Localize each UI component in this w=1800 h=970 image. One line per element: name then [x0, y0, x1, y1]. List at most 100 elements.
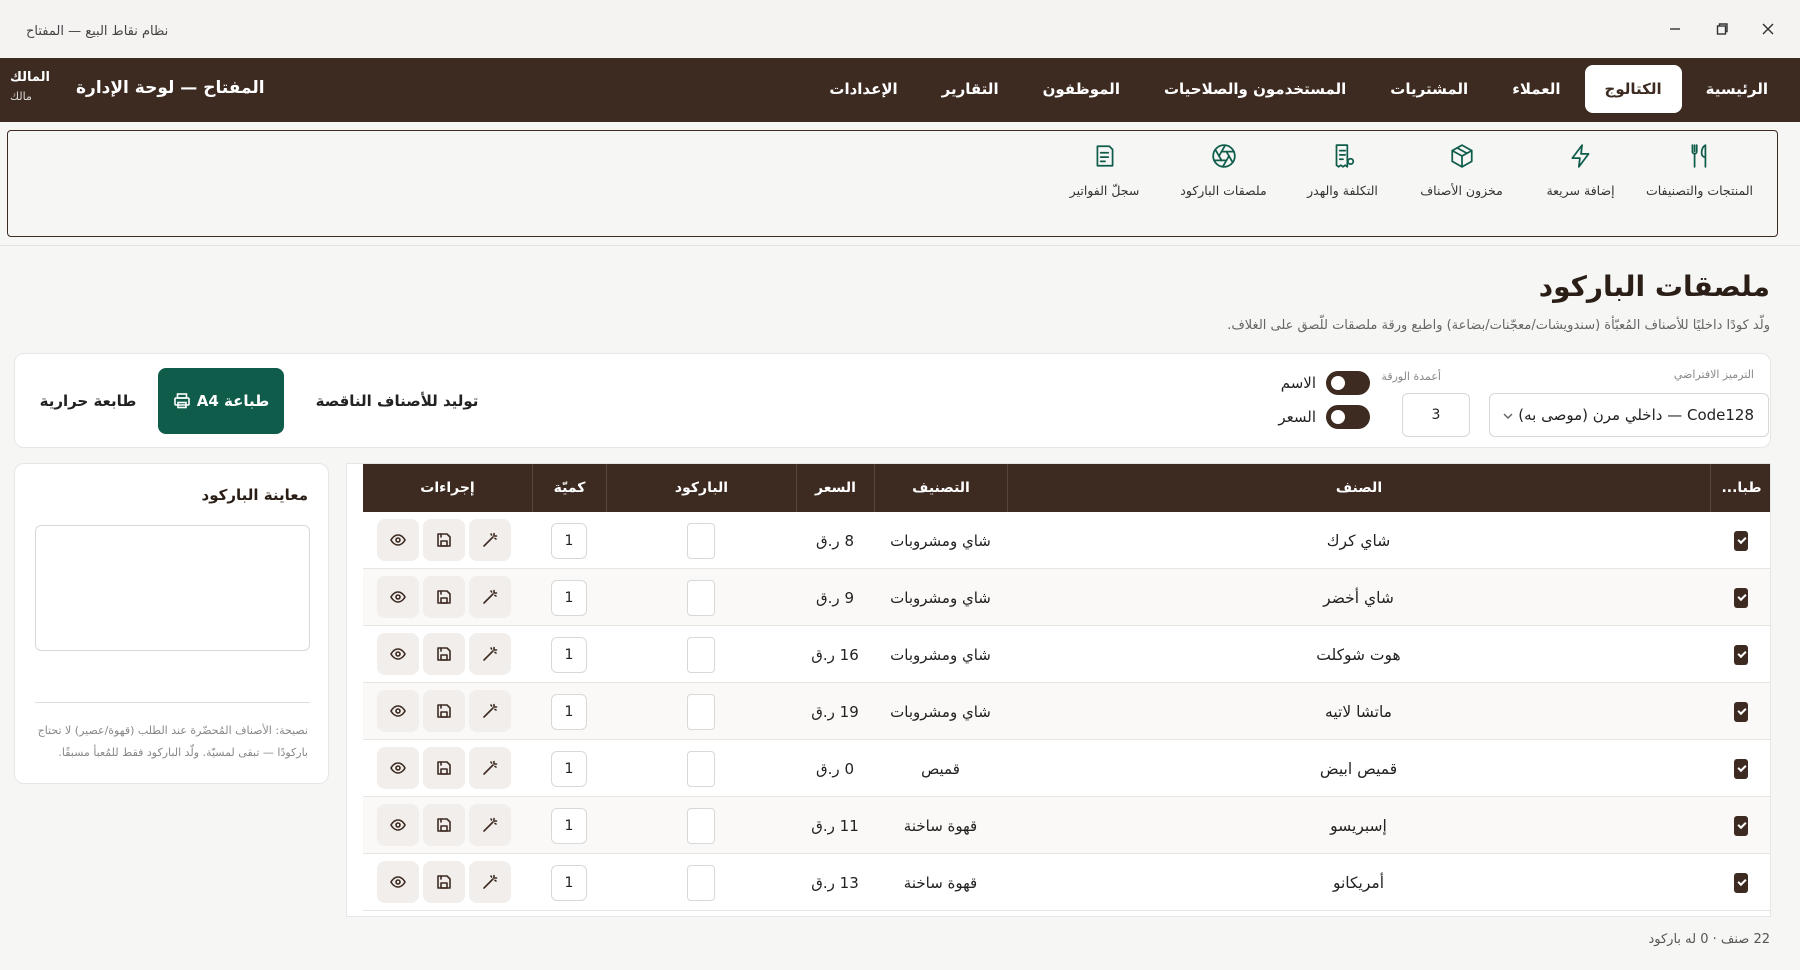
print-checkbox[interactable]	[1710, 854, 1770, 911]
save-button[interactable]	[423, 633, 465, 675]
item-category: قهوة ساخنة	[903, 873, 978, 892]
qty-input[interactable]: 1	[551, 693, 587, 730]
preview-button[interactable]	[377, 861, 419, 903]
generate-barcode-button[interactable]	[469, 633, 511, 675]
subnav-invoice-log[interactable]: سجلّ الفواتير	[1045, 141, 1164, 200]
save-button[interactable]	[423, 804, 465, 846]
save-button[interactable]	[423, 690, 465, 732]
qty-input[interactable]: 1	[551, 636, 587, 673]
preview-button[interactable]	[377, 804, 419, 846]
qty-input[interactable]: 1	[551, 750, 587, 787]
barcode-preview-panel: معاينة الباركود نصيحة: الأصناف المُحضّرة…	[14, 463, 329, 784]
generate-barcode-button[interactable]	[469, 861, 511, 903]
table-row[interactable]: شاي أخضر شاي ومشروبات 9 ر.ق 1	[363, 569, 1770, 626]
item-category: شاي ومشروبات	[890, 645, 991, 664]
generate-barcode-button[interactable]	[469, 747, 511, 789]
encoding-select[interactable]: Code128 — داخلي مرن (موصى به)	[1489, 393, 1769, 437]
generate-barcode-button[interactable]	[469, 576, 511, 618]
magic-wand-icon	[482, 646, 498, 662]
tab-home[interactable]: الرئيسية	[1686, 65, 1788, 113]
preview-button[interactable]	[377, 576, 419, 618]
print-checkbox[interactable]	[1710, 740, 1770, 797]
preview-button[interactable]	[377, 633, 419, 675]
qty-input[interactable]: 1	[551, 807, 587, 844]
eye-icon	[390, 646, 406, 662]
generate-missing-button[interactable]: توليد للأصناف الناقصة	[297, 368, 497, 434]
table-row[interactable]: إسبريسو قهوة ساخنة 11 ر.ق 1	[363, 797, 1770, 854]
eye-icon	[390, 817, 406, 833]
preview-button[interactable]	[377, 747, 419, 789]
table-row[interactable]: أمريكانو قهوة ساخنة 13 ر.ق 1	[363, 854, 1770, 911]
box-icon	[1449, 143, 1475, 169]
header-qty[interactable]: كميّة	[532, 464, 606, 512]
qty-input[interactable]: 1	[551, 579, 587, 616]
thermal-printer-button[interactable]: طابعة حرارية	[25, 368, 151, 434]
divider	[35, 702, 310, 703]
header-actions: إجراءات	[420, 480, 475, 496]
table-row[interactable]: شاي كرك شاي ومشروبات 8 ر.ق 1	[363, 512, 1770, 569]
checkbox-icon	[1734, 644, 1748, 665]
close-icon[interactable]	[1753, 14, 1783, 44]
barcode-input[interactable]	[687, 636, 715, 673]
item-category: شاي ومشروبات	[890, 588, 991, 607]
header-category[interactable]: التصنيف	[874, 464, 1007, 512]
tab-customers[interactable]: العملاء	[1492, 65, 1580, 113]
preview-button[interactable]	[377, 690, 419, 732]
generate-barcode-button[interactable]	[469, 804, 511, 846]
item-name: أمريكانو	[1332, 873, 1385, 892]
qty-input[interactable]: 1	[551, 522, 587, 559]
preview-button[interactable]	[377, 519, 419, 561]
toggle-name[interactable]	[1326, 371, 1370, 395]
barcode-field	[606, 854, 796, 911]
header-barcode[interactable]: الباركود	[606, 464, 796, 512]
header-print[interactable]: طبا...	[1710, 464, 1770, 512]
qty-input[interactable]: 1	[551, 864, 587, 901]
print-checkbox[interactable]	[1710, 626, 1770, 683]
subnav-products-categories[interactable]: المنتجات والتصنيفات	[1640, 141, 1759, 200]
barcode-input[interactable]	[687, 522, 715, 559]
generate-barcode-button[interactable]	[469, 519, 511, 561]
print-checkbox[interactable]	[1710, 797, 1770, 854]
barcode-input[interactable]	[687, 579, 715, 616]
minimize-icon[interactable]	[1660, 14, 1690, 44]
user-menu[interactable]: المالك مالك	[10, 70, 50, 103]
restore-icon[interactable]	[1707, 14, 1737, 44]
tab-purchases[interactable]: المشتريات	[1370, 65, 1488, 113]
save-button[interactable]	[423, 519, 465, 561]
barcode-input[interactable]	[687, 693, 715, 730]
tab-employees[interactable]: الموظفون	[1023, 65, 1140, 113]
barcode-input[interactable]	[687, 750, 715, 787]
toggle-price[interactable]	[1326, 405, 1370, 429]
window-title: نظام نقاط البيع — المفتاح	[26, 24, 169, 39]
columns-input[interactable]	[1402, 393, 1470, 437]
save-button[interactable]	[423, 861, 465, 903]
print-checkbox[interactable]	[1710, 512, 1770, 569]
print-a4-button[interactable]: طباعة A4	[158, 368, 284, 434]
tab-catalog[interactable]: الكتالوج	[1584, 65, 1682, 113]
subnav-quick-add[interactable]: إضافة سريعة	[1521, 141, 1640, 200]
save-icon	[436, 760, 452, 776]
tab-settings[interactable]: الإعدادات	[809, 65, 917, 113]
tab-users-permissions[interactable]: المستخدمون والصلاحيات	[1144, 65, 1366, 113]
table-row[interactable]: قميص ابيض قميص 0 ر.ق 1	[363, 740, 1770, 797]
table-row[interactable]: ماتشا لاتيه شاي ومشروبات 19 ر.ق 1	[363, 683, 1770, 740]
item-price: 0 ر.ق	[816, 759, 854, 778]
save-button[interactable]	[423, 747, 465, 789]
item-price: 8 ر.ق	[816, 531, 854, 550]
item-price: 16 ر.ق	[811, 645, 859, 664]
subnav-inventory[interactable]: مخزون الأصناف	[1402, 141, 1521, 200]
barcode-input[interactable]	[687, 807, 715, 844]
header-price[interactable]: السعر	[796, 464, 874, 512]
table-row[interactable]: هوت شوكلت شاي ومشروبات 16 ر.ق 1	[363, 626, 1770, 683]
barcode-input[interactable]	[687, 864, 715, 901]
item-name: شاي كرك	[1326, 531, 1391, 550]
subnav-cost-waste[interactable]: التكلفة والهدر	[1283, 141, 1402, 200]
qty-cell: 1	[532, 854, 606, 911]
tab-reports[interactable]: التقارير	[922, 65, 1019, 113]
generate-barcode-button[interactable]	[469, 690, 511, 732]
print-checkbox[interactable]	[1710, 683, 1770, 740]
print-checkbox[interactable]	[1710, 569, 1770, 626]
save-button[interactable]	[423, 576, 465, 618]
subnav-barcode-labels[interactable]: ملصقات الباركود	[1164, 141, 1283, 200]
header-item[interactable]: الصنف	[1007, 464, 1710, 512]
